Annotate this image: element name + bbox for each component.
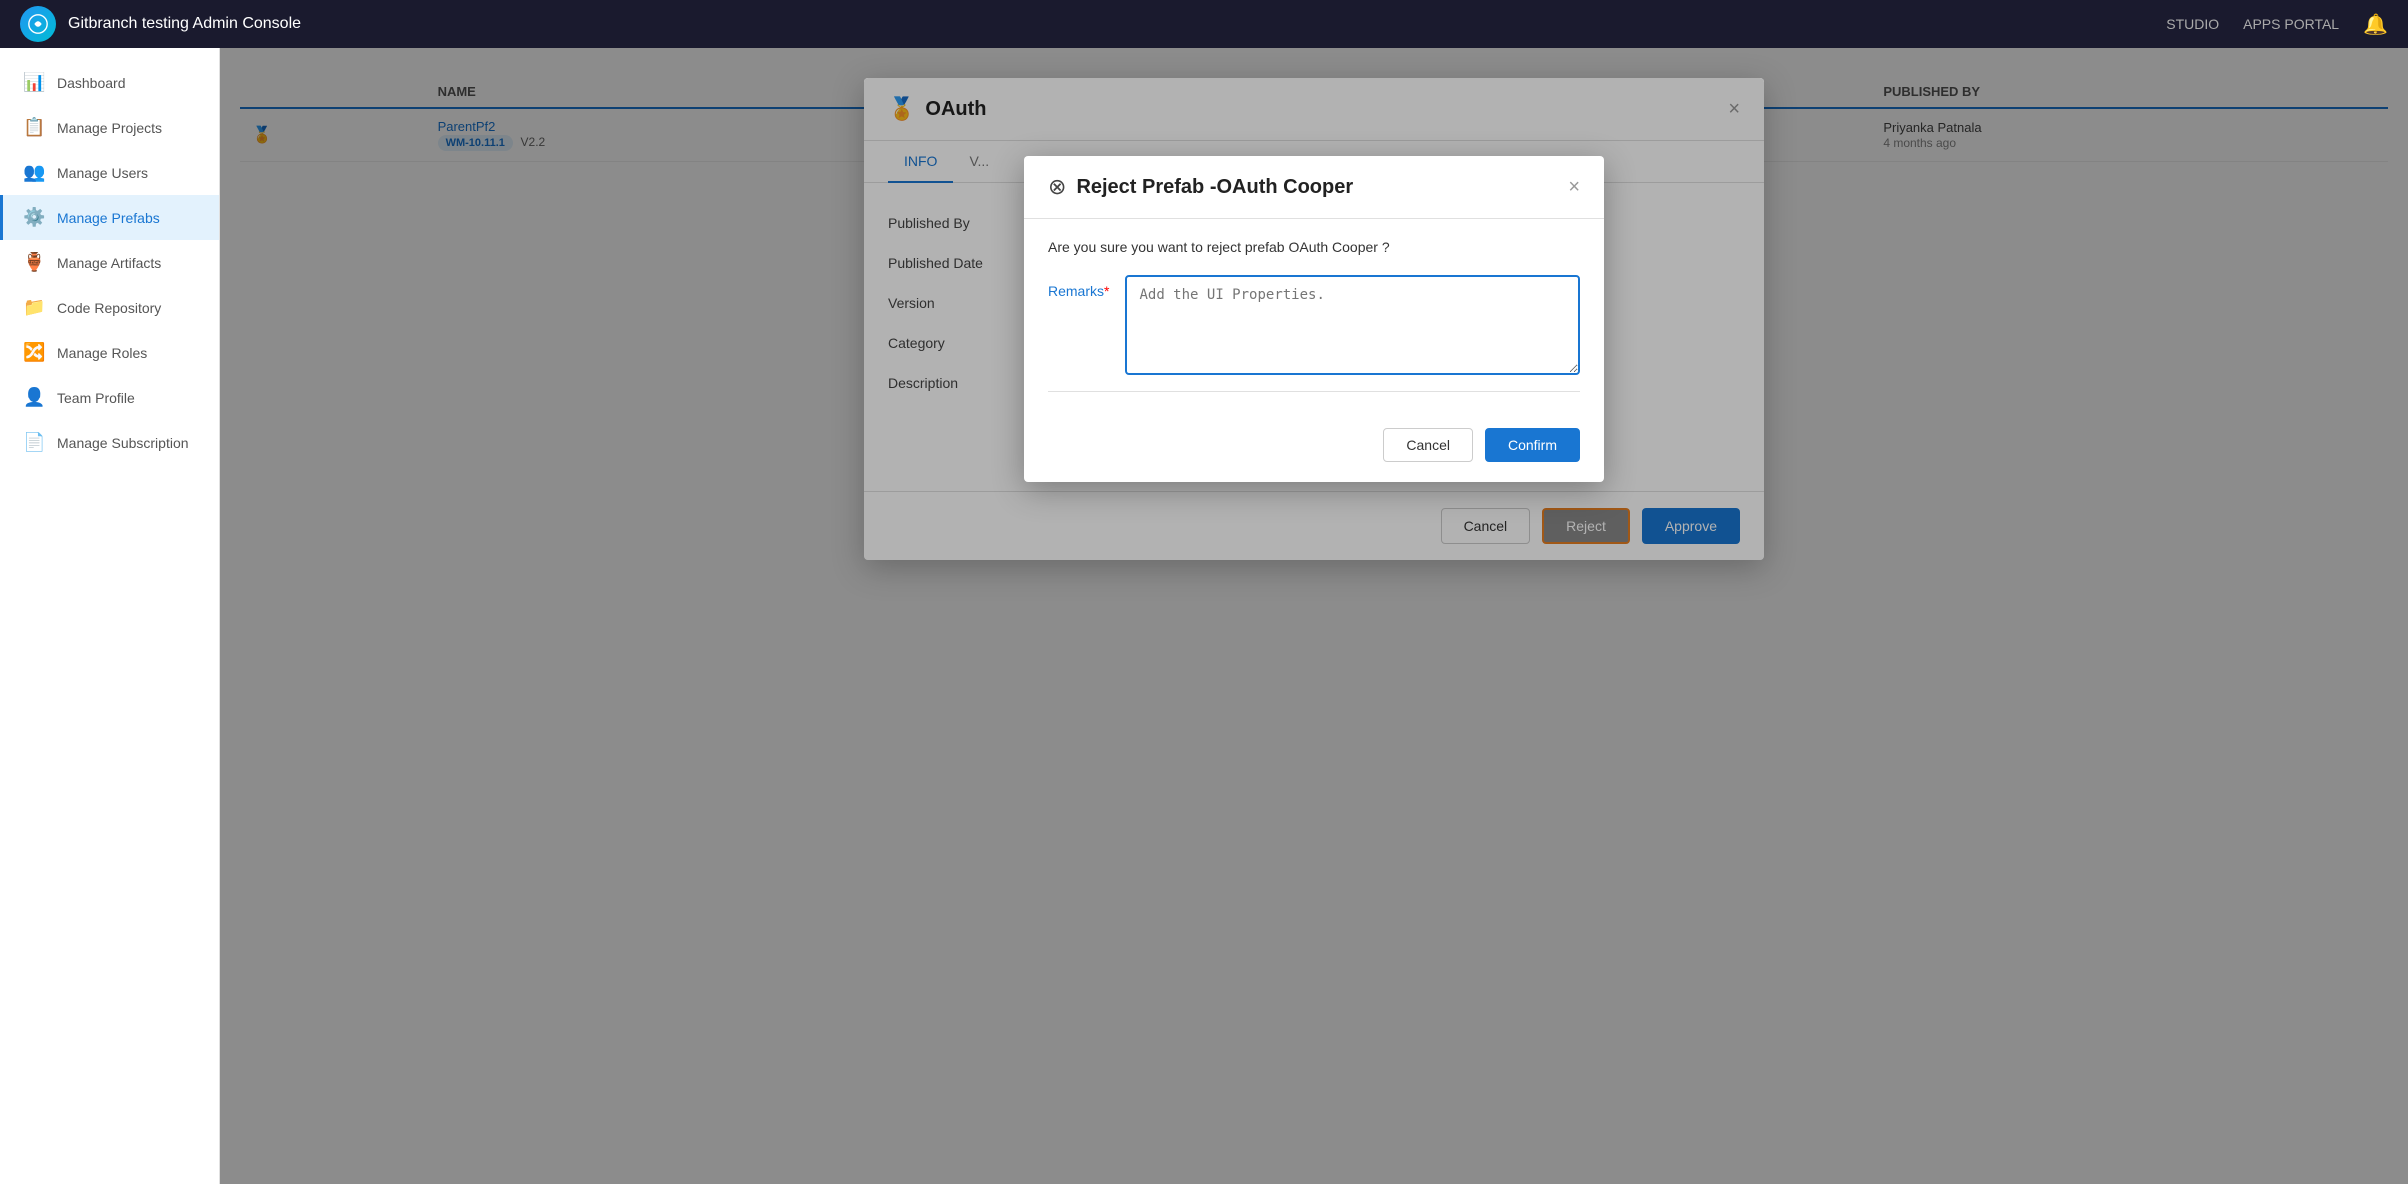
remarks-row: Remarks* bbox=[1048, 275, 1580, 375]
apps-portal-link[interactable]: APPS PORTAL bbox=[2243, 16, 2339, 32]
inner-modal-close-button[interactable]: × bbox=[1568, 176, 1580, 199]
sidebar-item-label: Manage Artifacts bbox=[57, 255, 161, 271]
sidebar-item-label: Manage Subscription bbox=[57, 435, 189, 451]
sidebar-item-label: Team Profile bbox=[57, 390, 135, 406]
inner-modal-footer: Cancel Confirm bbox=[1024, 428, 1604, 482]
sidebar-item-manage-subscription[interactable]: 📄 Manage Subscription bbox=[0, 420, 219, 465]
sidebar-item-manage-artifacts[interactable]: 🏺 Manage Artifacts bbox=[0, 240, 219, 285]
notification-bell[interactable]: 🔔 bbox=[2363, 12, 2388, 37]
sidebar-item-label: Code Repository bbox=[57, 300, 161, 316]
prefabs-icon: ⚙️ bbox=[23, 207, 45, 228]
topbar-right: STUDIO APPS PORTAL 🔔 bbox=[2166, 12, 2388, 37]
inner-modal-overlay: ⊗ Reject Prefab -OAuth Cooper × Are you … bbox=[864, 78, 1764, 560]
app-logo bbox=[20, 6, 56, 42]
main-layout: 📊 Dashboard 📋 Manage Projects 👥 Manage U… bbox=[0, 48, 2408, 1184]
repo-icon: 📁 bbox=[23, 297, 45, 318]
sidebar-item-code-repository[interactable]: 📁 Code Repository bbox=[0, 285, 219, 330]
inner-modal: ⊗ Reject Prefab -OAuth Cooper × Are you … bbox=[1024, 156, 1604, 482]
dashboard-icon: 📊 bbox=[23, 72, 45, 93]
content-area: NAME CATEGORY DESCRIPTION PUBLISHED BY 🏅… bbox=[220, 48, 2408, 1184]
topbar: Gitbranch testing Admin Console STUDIO A… bbox=[0, 0, 2408, 48]
required-asterisk: * bbox=[1104, 283, 1109, 299]
users-icon: 👥 bbox=[23, 162, 45, 183]
sidebar-item-dashboard[interactable]: 📊 Dashboard bbox=[0, 60, 219, 105]
sidebar-item-manage-prefabs[interactable]: ⚙️ Manage Prefabs bbox=[0, 195, 219, 240]
sidebar-item-label: Dashboard bbox=[57, 75, 126, 91]
sidebar-item-label: Manage Users bbox=[57, 165, 148, 181]
sidebar-item-team-profile[interactable]: 👤 Team Profile bbox=[0, 375, 219, 420]
artifacts-icon: 🏺 bbox=[23, 252, 45, 273]
sidebar-item-label: Manage Roles bbox=[57, 345, 147, 361]
remarks-textarea[interactable] bbox=[1125, 275, 1580, 375]
studio-link[interactable]: STUDIO bbox=[2166, 16, 2219, 32]
sidebar-item-label: Manage Prefabs bbox=[57, 210, 160, 226]
sidebar: 📊 Dashboard 📋 Manage Projects 👥 Manage U… bbox=[0, 48, 220, 1184]
outer-modal: 🏅 OAuth × INFO V... Published By Publish… bbox=[864, 78, 1764, 560]
sidebar-item-manage-users[interactable]: 👥 Manage Users bbox=[0, 150, 219, 195]
reject-icon: ⊗ bbox=[1048, 174, 1066, 200]
sidebar-item-manage-projects[interactable]: 📋 Manage Projects bbox=[0, 105, 219, 150]
sidebar-item-label: Manage Projects bbox=[57, 120, 162, 136]
team-icon: 👤 bbox=[23, 387, 45, 408]
subscription-icon: 📄 bbox=[23, 432, 45, 453]
inner-cancel-button[interactable]: Cancel bbox=[1383, 428, 1473, 462]
confirm-question-text: Are you sure you want to reject prefab O… bbox=[1048, 239, 1580, 255]
sidebar-item-manage-roles[interactable]: 🔀 Manage Roles bbox=[0, 330, 219, 375]
remarks-label: Remarks* bbox=[1048, 275, 1109, 299]
inner-modal-header: ⊗ Reject Prefab -OAuth Cooper × bbox=[1024, 156, 1604, 219]
inner-confirm-button[interactable]: Confirm bbox=[1485, 428, 1580, 462]
app-title: Gitbranch testing Admin Console bbox=[68, 15, 2154, 33]
inner-modal-title: Reject Prefab -OAuth Cooper bbox=[1076, 176, 1558, 199]
modal-overlay: 🏅 OAuth × INFO V... Published By Publish… bbox=[220, 48, 2408, 1184]
roles-icon: 🔀 bbox=[23, 342, 45, 363]
projects-icon: 📋 bbox=[23, 117, 45, 138]
modal-divider bbox=[1048, 391, 1580, 392]
inner-modal-body: Are you sure you want to reject prefab O… bbox=[1024, 219, 1604, 428]
